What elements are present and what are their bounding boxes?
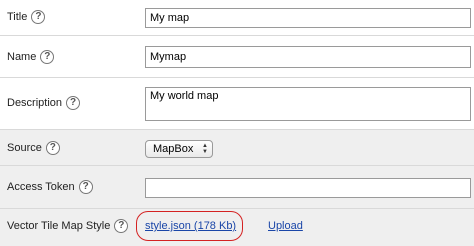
updown-arrows-icon: ▲ ▼	[202, 143, 208, 155]
access-token-input[interactable]	[145, 178, 471, 198]
source-select-value: MapBox	[153, 143, 194, 155]
name-label: Name	[7, 51, 37, 63]
access-token-label: Access Token	[7, 181, 75, 193]
source-label: Source	[7, 142, 42, 154]
source-label-group: Source ?	[7, 141, 60, 155]
help-icon[interactable]: ?	[114, 219, 129, 233]
vector-tile-map-style-label: Vector Tile Map Style	[7, 220, 111, 232]
name-row: Name ?	[0, 35, 474, 78]
source-row: Source ? MapBox ▲ ▼	[0, 129, 474, 166]
access-token-label-group: Access Token ?	[7, 180, 93, 194]
title-row: Title ?	[0, 0, 474, 36]
style-json-link[interactable]: style.json (178 Kb)	[145, 220, 236, 232]
description-label-group: Description ?	[7, 96, 81, 110]
description-label: Description	[7, 97, 63, 109]
source-select[interactable]: MapBox ▲ ▼	[145, 140, 213, 158]
name-label-group: Name ?	[7, 50, 55, 64]
help-icon[interactable]: ?	[78, 180, 93, 194]
name-input[interactable]	[145, 46, 471, 68]
title-input[interactable]	[145, 8, 471, 28]
help-icon[interactable]: ?	[45, 141, 60, 155]
description-textarea[interactable]: My world map	[145, 87, 471, 121]
description-row: Description ? My world map	[0, 77, 474, 130]
vector-tile-map-style-row: Vector Tile Map Style ? style.json (178 …	[0, 208, 474, 246]
title-label: Title	[7, 11, 28, 23]
access-token-row: Access Token ?	[0, 165, 474, 209]
upload-link[interactable]: Upload	[268, 220, 303, 232]
help-icon[interactable]: ?	[40, 50, 55, 64]
title-label-group: Title ?	[7, 10, 46, 24]
help-icon[interactable]: ?	[66, 96, 81, 110]
help-icon[interactable]: ?	[31, 10, 46, 24]
vector-tile-map-style-label-group: Vector Tile Map Style ?	[7, 219, 129, 233]
